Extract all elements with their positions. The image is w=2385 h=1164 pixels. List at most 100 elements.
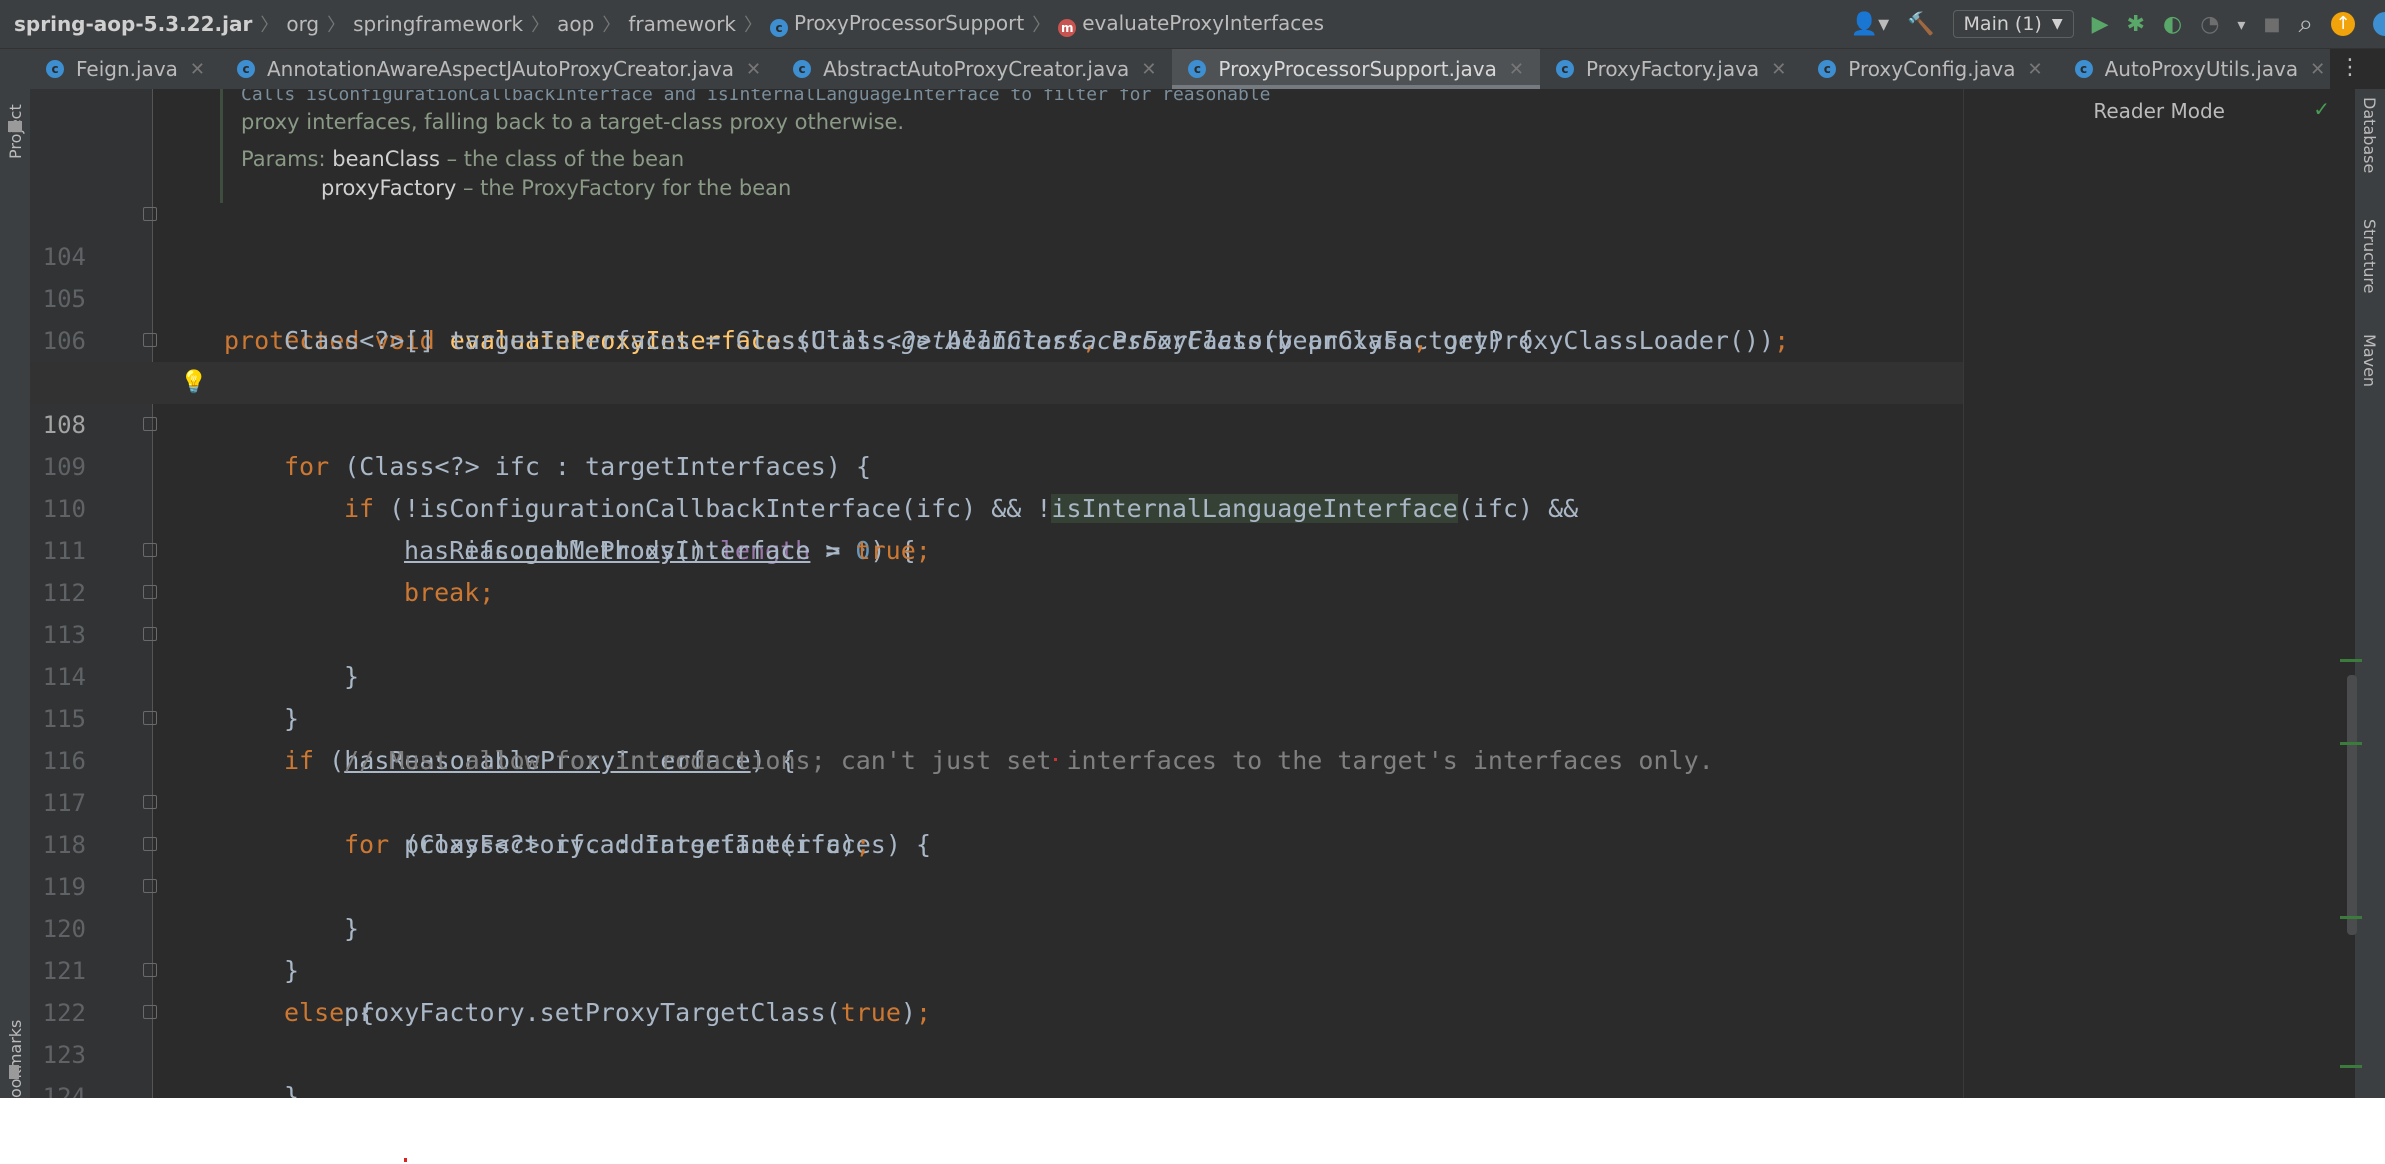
run-configuration-select[interactable]: Main (1) ▼ <box>1952 10 2074 38</box>
code-line: 110 hasReasonableProxyInterface = true; <box>30 446 1963 565</box>
code-line: 112 } <box>30 530 1963 691</box>
code-line: 117 proxyFactory.addInterface(ifc); <box>30 740 1963 859</box>
tab-feign[interactable]: c Feign.java ✕ <box>30 49 221 89</box>
javadoc-params: Params: beanClass – the class of the bea… <box>241 145 1741 174</box>
chevron-right-icon: 〉 <box>1032 15 1051 36</box>
code-line: 114 if (hasReasonableProxyInterface) { <box>30 614 1963 775</box>
chevron-down-icon: ▼ <box>2051 16 2063 32</box>
fold-icon[interactable] <box>143 1005 157 1019</box>
breadcrumb-org[interactable]: org <box>286 12 319 36</box>
fold-icon[interactable] <box>143 627 157 641</box>
fold-icon[interactable] <box>143 879 157 893</box>
breadcrumb-framework[interactable]: framework <box>628 12 736 36</box>
maven-tool-button[interactable]: Maven <box>2360 334 2379 387</box>
editor-scrollbar-thumb[interactable] <box>2347 675 2357 935</box>
change-marker[interactable] <box>2340 916 2362 919</box>
code-line: 116 for (Class<?> ifc : targetInterfaces… <box>30 698 1963 859</box>
code-line: 123 } <box>30 992 1963 1069</box>
param-description: – the class of the bean <box>439 147 685 171</box>
close-icon[interactable]: ✕ <box>1509 59 1524 80</box>
breadcrumb: spring-aop-5.3.22.jar 〉 org 〉 springfram… <box>0 11 1324 37</box>
change-marker[interactable] <box>2340 659 2362 662</box>
close-icon[interactable]: ✕ <box>2028 59 2043 80</box>
breadcrumb-class-label: ProxyProcessorSupport <box>794 11 1025 35</box>
params-label: Params: <box>241 147 326 171</box>
tab-abstract-auto-proxy-creator[interactable]: c AbstractAutoProxyCreator.java ✕ <box>777 49 1172 89</box>
profile-icon[interactable]: ◔ <box>2200 12 2219 37</box>
breadcrumb-springframework[interactable]: springframework <box>353 12 523 36</box>
run-configuration-label: Main (1) <box>1963 13 2042 35</box>
close-icon[interactable]: ✕ <box>1771 59 1786 80</box>
chevron-right-icon: 〉 <box>327 15 346 36</box>
fold-icon[interactable] <box>143 837 157 851</box>
tab-proxy-factory[interactable]: c ProxyFactory.java ✕ <box>1540 49 1802 89</box>
code-line: 124 <box>30 1034 1963 1098</box>
tab-proxy-config[interactable]: c ProxyConfig.java ✕ <box>1802 49 2058 89</box>
fold-icon[interactable] <box>143 333 157 347</box>
fold-icon[interactable] <box>143 585 157 599</box>
check-icon: ✓ <box>2313 97 2330 121</box>
search-icon[interactable]: ⌕ <box>2298 9 2313 40</box>
fold-icon[interactable] <box>143 711 157 725</box>
tab-label: ProxyFactory.java <box>1585 57 1760 81</box>
tab-label: AbstractAutoProxyCreator.java <box>823 57 1130 81</box>
tab-label: ProxyConfig.java <box>1848 57 2016 81</box>
coverage-icon[interactable]: ◐ <box>2163 12 2182 37</box>
code-editor[interactable]: Calls isConfigurationCallbackInterface a… <box>30 89 2355 1098</box>
breadcrumb-aop[interactable]: aop <box>557 12 594 36</box>
class-icon: c <box>2074 60 2093 78</box>
code-line: 119 } <box>30 824 1963 985</box>
update-icon[interactable]: ↑ <box>2331 12 2355 36</box>
bookmark-icon <box>9 1065 19 1079</box>
user-icon[interactable]: 👤▾ <box>1851 12 1889 37</box>
database-tool-button[interactable]: Database <box>2360 97 2379 173</box>
change-marker[interactable] <box>2340 1065 2362 1068</box>
chevron-right-icon: 〉 <box>602 15 621 36</box>
close-icon[interactable]: ✕ <box>190 59 205 80</box>
reader-mode-toggle[interactable]: Reader Mode <box>2093 99 2225 123</box>
code-line: 121 proxyFactory.setProxyTargetClass(tru… <box>30 908 1963 1027</box>
code-line: 115 // Must allow for introductions; can… <box>30 656 1963 775</box>
fold-icon[interactable] <box>143 543 157 557</box>
tab-menu-icon[interactable]: ⋮ <box>2339 55 2361 80</box>
tab-label: Feign.java <box>76 57 178 81</box>
tab-label: ProxyProcessorSupport.java <box>1218 57 1497 81</box>
plugin-icon[interactable] <box>2373 12 2385 36</box>
class-icon: c <box>1188 60 1207 78</box>
code-line: 113 } <box>30 572 1963 733</box>
class-icon: c <box>237 60 255 78</box>
lightbulb-icon[interactable]: 💡 <box>180 362 207 404</box>
fold-icon[interactable] <box>143 795 157 809</box>
code-line: 111 break; <box>30 488 1963 607</box>
code-line: 104 protected void evaluateProxyInterfac… <box>30 194 1963 355</box>
close-icon[interactable]: ✕ <box>2310 59 2325 80</box>
right-margin-guide <box>1963 89 1964 1098</box>
fold-icon[interactable] <box>143 963 157 977</box>
line-number: 124 <box>42 1083 86 1098</box>
hammer-icon[interactable]: 🔨 <box>1907 12 1934 37</box>
stop-icon[interactable]: ■ <box>2263 14 2280 35</box>
javadoc-line: Calls isConfigurationCallbackInterface a… <box>241 89 1741 108</box>
debug-icon[interactable]: ✱ <box>2127 12 2145 37</box>
tab-proxy-processor-support[interactable]: c ProxyProcessorSupport.java ✕ <box>1172 49 1540 89</box>
breadcrumb-class[interactable]: c ProxyProcessorSupport <box>770 11 1024 37</box>
bookmarks-tool-button[interactable]: Bookmarks <box>6 1020 25 1098</box>
change-marker[interactable] <box>2340 742 2362 745</box>
breadcrumb-jar[interactable]: spring-aop-5.3.22.jar <box>14 12 252 36</box>
fold-icon[interactable] <box>143 417 157 431</box>
breadcrumb-method[interactable]: m evaluateProxyInterfaces <box>1058 11 1324 37</box>
close-icon[interactable]: ✕ <box>1141 59 1156 80</box>
breadcrumb-method-label: evaluateProxyInterfaces <box>1082 11 1324 35</box>
class-icon: c <box>793 60 812 78</box>
close-icon[interactable]: ✕ <box>746 59 761 80</box>
more-actions-icon[interactable]: ▾ <box>2237 15 2245 34</box>
fold-icon[interactable] <box>143 207 157 221</box>
tab-annotation-aware-aspectj-auto-proxy-creator[interactable]: c AnnotationAwareAspectJAutoProxyCreator.… <box>221 49 777 89</box>
ide-window: spring-aop-5.3.22.jar 〉 org 〉 springfram… <box>0 0 2385 1098</box>
structure-tool-button[interactable]: Structure <box>2360 219 2379 293</box>
tab-auto-proxy-utils[interactable]: c AutoProxyUtils.java ✕ <box>2059 49 2342 89</box>
class-icon: c <box>1555 60 1574 78</box>
tab-label: AnnotationAwareAspectJAutoProxyCreator.j… <box>267 57 734 81</box>
run-icon[interactable]: ▶ <box>2092 12 2109 37</box>
method-icon: m <box>1058 19 1077 37</box>
